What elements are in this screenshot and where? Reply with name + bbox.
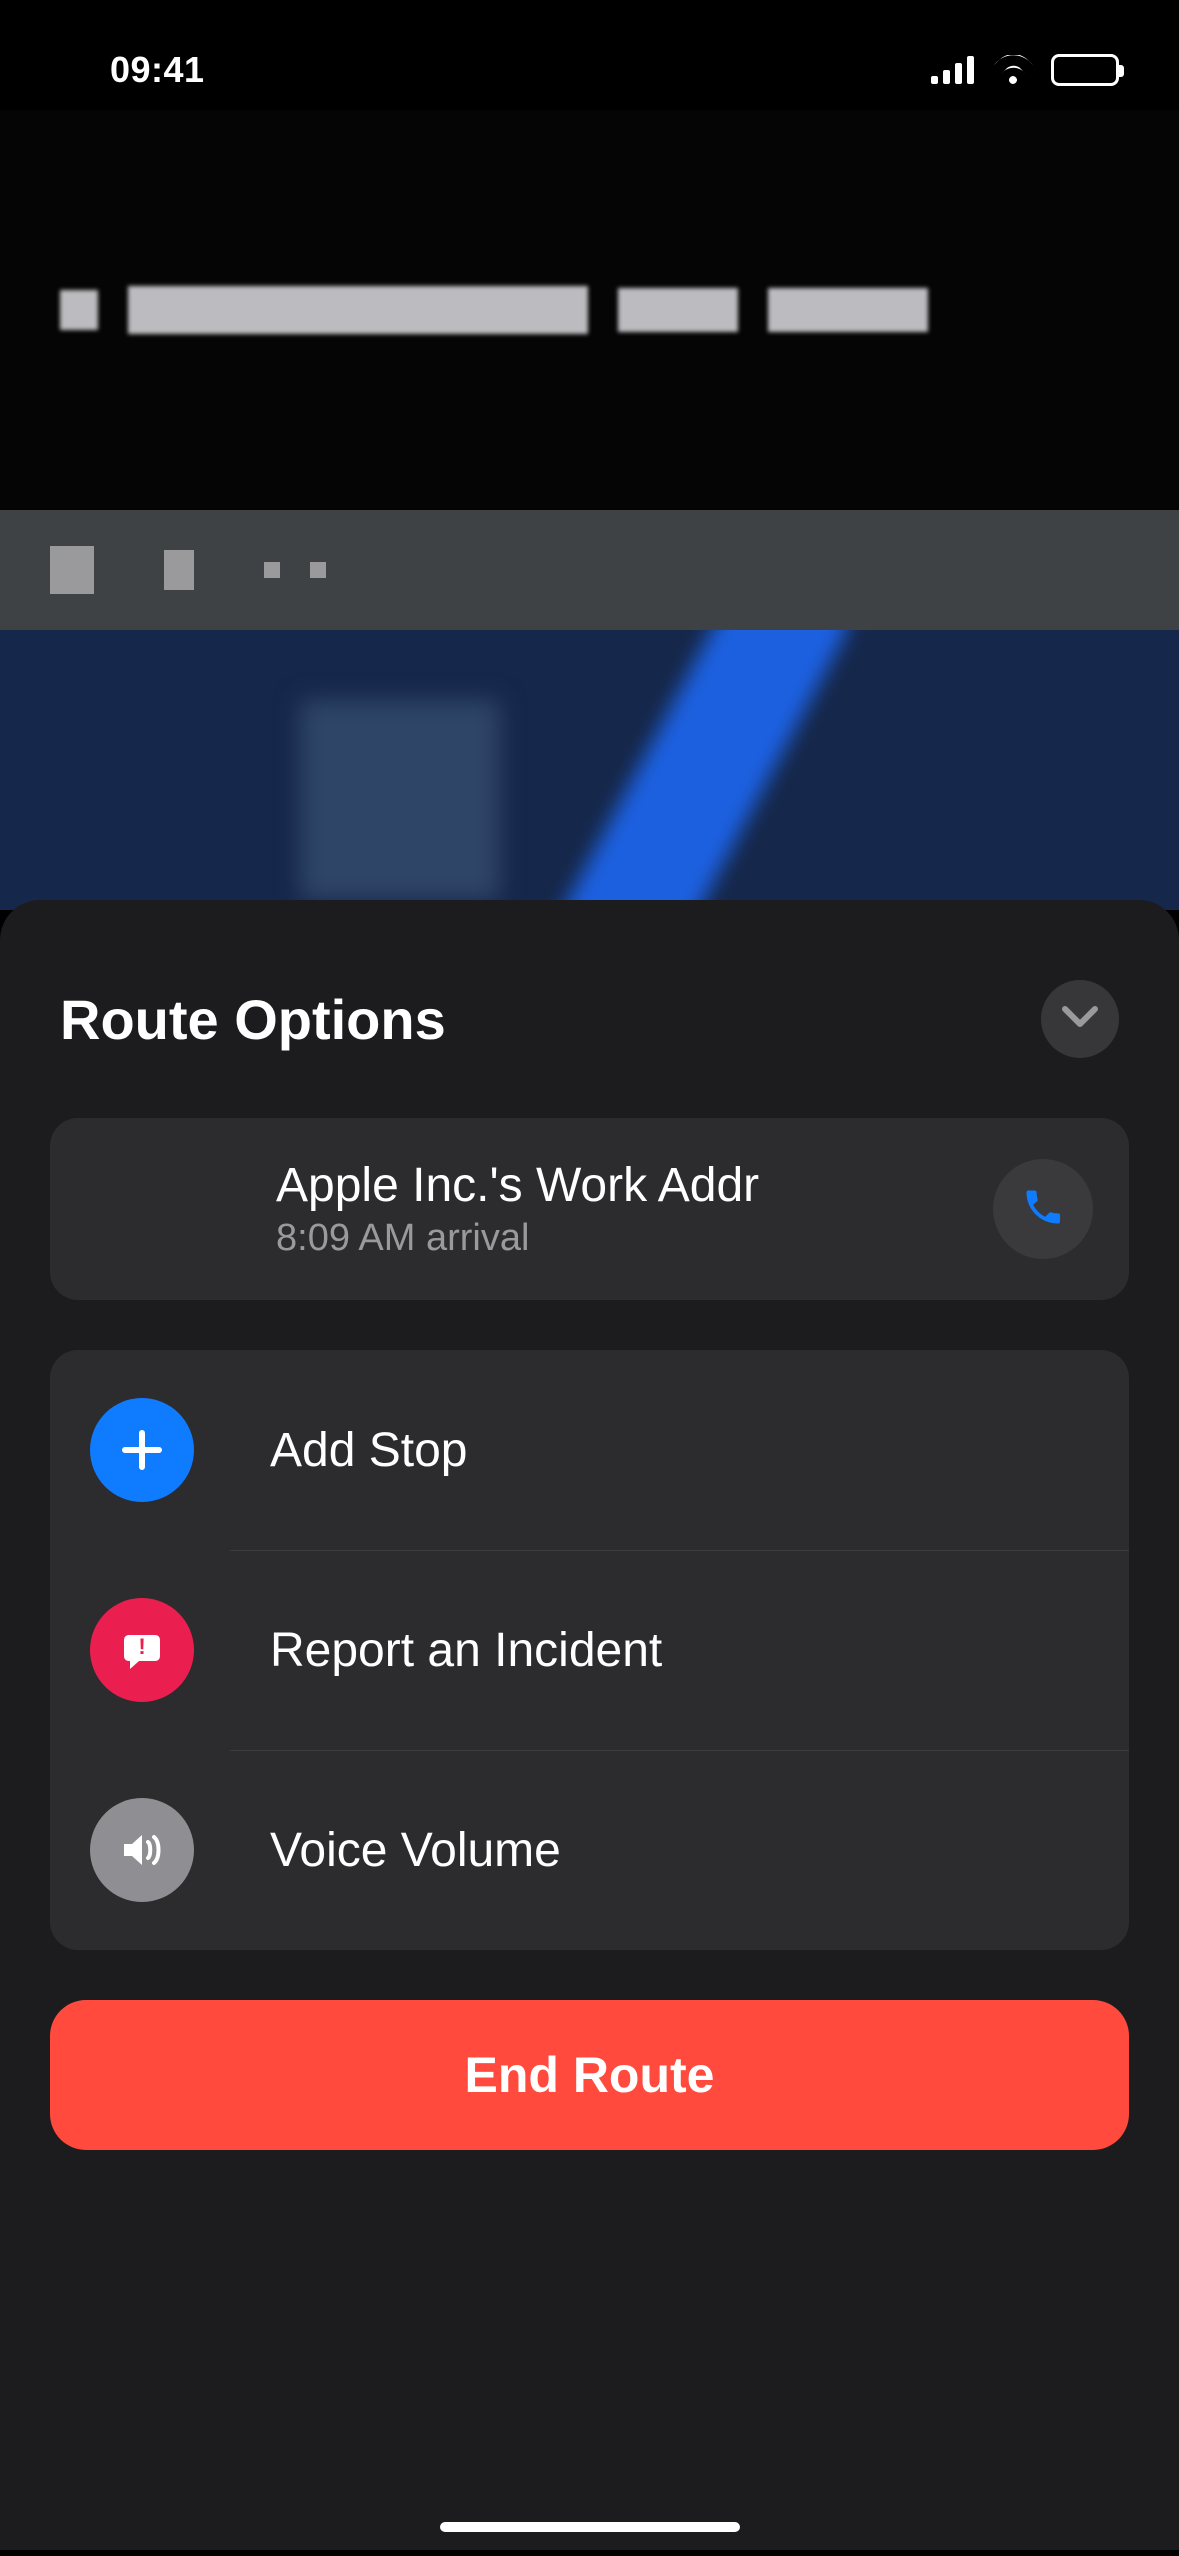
navigation-next-step-banner: [0, 510, 1179, 630]
cellular-signal-icon: [931, 56, 975, 84]
route-options-sheet: Route Options Apple Inc.'s Work Addr 8:0…: [0, 900, 1179, 2550]
destination-arrival: 8:09 AM arrival: [276, 1217, 973, 1260]
add-stop-label: Add Stop: [270, 1423, 467, 1478]
status-bar: 09:41: [0, 0, 1179, 110]
collapse-button[interactable]: [1041, 980, 1119, 1058]
status-right: [931, 54, 1119, 86]
status-time: 09:41: [110, 49, 205, 91]
destination-name: Apple Inc.'s Work Addr: [276, 1158, 973, 1213]
chevron-down-icon: [1062, 1006, 1098, 1033]
report-incident-label: Report an Incident: [270, 1623, 662, 1678]
svg-text:!: !: [138, 1634, 145, 1659]
report-icon: !: [90, 1598, 194, 1702]
call-button[interactable]: [993, 1159, 1093, 1259]
plus-icon: [90, 1398, 194, 1502]
sheet-title: Route Options: [60, 987, 446, 1052]
options-list: Add Stop ! Report an Incident Voice Volu…: [50, 1350, 1129, 1950]
add-stop-row[interactable]: Add Stop: [50, 1350, 1129, 1550]
voice-volume-label: Voice Volume: [270, 1823, 561, 1878]
end-route-label: End Route: [465, 2046, 715, 2104]
navigation-direction-banner: [0, 110, 1179, 510]
phone-icon: [1021, 1185, 1065, 1234]
voice-volume-row[interactable]: Voice Volume: [50, 1750, 1129, 1950]
battery-icon: [1051, 54, 1119, 86]
map-view[interactable]: [0, 630, 1179, 910]
home-indicator[interactable]: [440, 2522, 740, 2532]
end-route-button[interactable]: End Route: [50, 2000, 1129, 2150]
wifi-icon: [991, 55, 1035, 85]
report-incident-row[interactable]: ! Report an Incident: [50, 1550, 1129, 1750]
speaker-icon: [90, 1798, 194, 1902]
destination-card[interactable]: Apple Inc.'s Work Addr 8:09 AM arrival: [50, 1118, 1129, 1300]
